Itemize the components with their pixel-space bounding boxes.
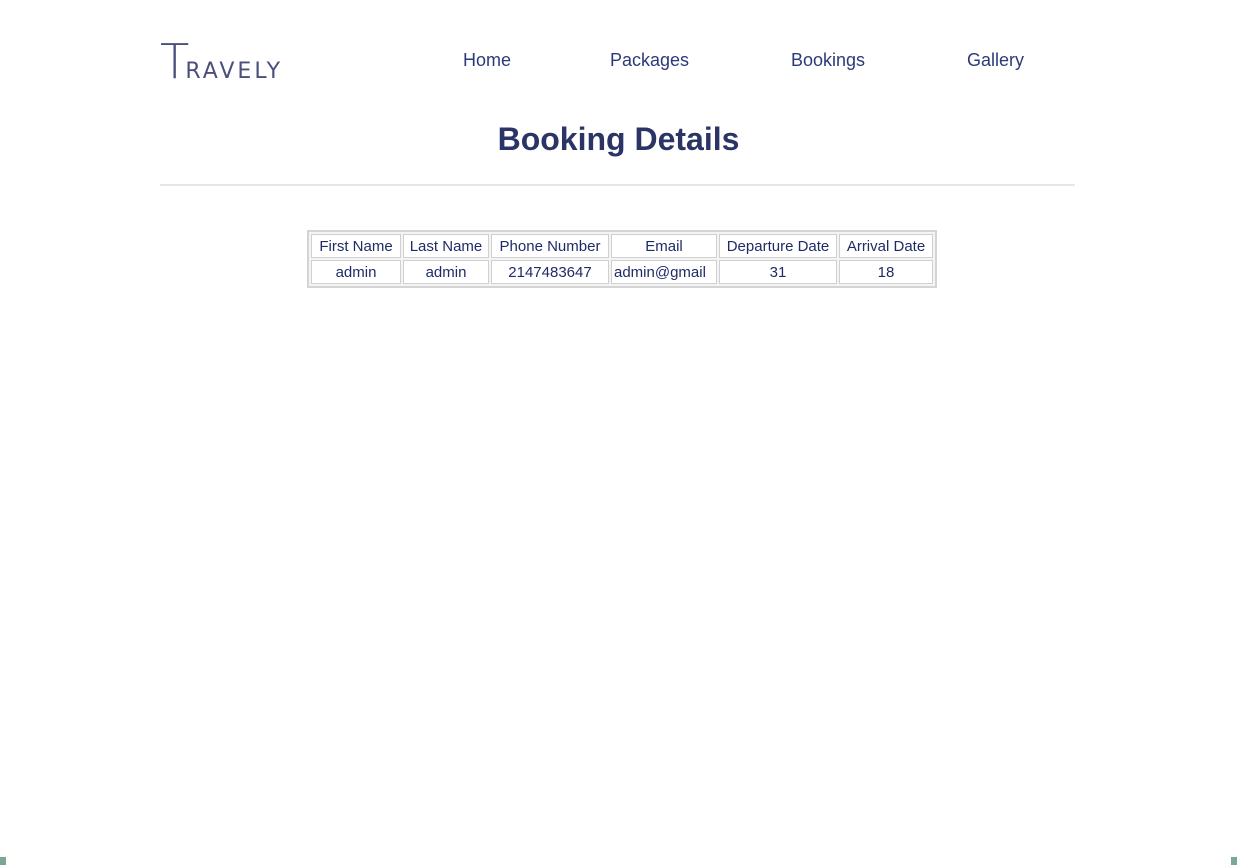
corner-marker-right [1231, 857, 1237, 865]
booking-table: First Name Last Name Phone Number Email … [307, 230, 937, 288]
header-email: Email [611, 234, 717, 258]
cell-last-name: admin [403, 260, 489, 284]
nav-home[interactable]: Home [463, 48, 511, 72]
header-departure-date: Departure Date [719, 234, 837, 258]
cell-phone-number: 2147483647 [491, 260, 609, 284]
header-phone-number: Phone Number [491, 234, 609, 258]
table-row: admin admin 2147483647 admin@gmail 31 18 [311, 260, 933, 284]
cell-first-name: admin [311, 260, 401, 284]
table-header-row: First Name Last Name Phone Number Email … [311, 234, 933, 258]
main-nav: Home Packages Bookings Gallery [0, 48, 1237, 72]
page-title: Booking Details [497, 121, 740, 157]
nav-bookings[interactable]: Bookings [791, 48, 865, 72]
cell-departure-date: 31 [719, 260, 837, 284]
site-header: T RAVELY Home Packages Bookings Gallery [0, 0, 1237, 100]
cell-arrival-date: 18 [839, 260, 933, 284]
nav-gallery[interactable]: Gallery [967, 48, 1024, 72]
divider [160, 184, 1075, 186]
cell-email: admin@gmail [611, 260, 717, 284]
header-first-name: First Name [311, 234, 401, 258]
booking-table-wrapper: First Name Last Name Phone Number Email … [307, 230, 937, 288]
header-last-name: Last Name [403, 234, 489, 258]
header-arrival-date: Arrival Date [839, 234, 933, 258]
corner-marker-left [0, 857, 6, 865]
nav-packages[interactable]: Packages [610, 48, 689, 72]
